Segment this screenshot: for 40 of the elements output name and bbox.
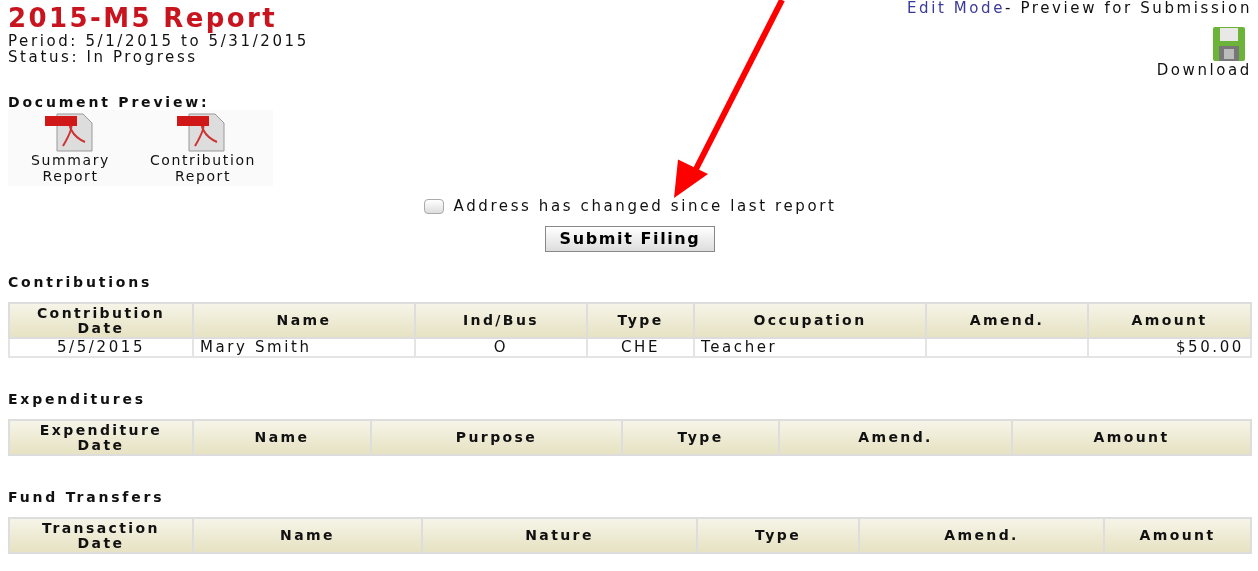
table-cell: Mary Smith bbox=[193, 338, 415, 357]
column-header: Nature bbox=[422, 518, 697, 553]
column-header: Amend. bbox=[859, 518, 1104, 553]
table-cell: $50.00 bbox=[1088, 338, 1251, 357]
column-header: Occupation bbox=[694, 303, 926, 338]
column-header: Transaction Date bbox=[9, 518, 193, 553]
edit-mode-link[interactable]: Edit Mode bbox=[906, 0, 1006, 16]
column-header: Expenditure Date bbox=[9, 420, 193, 455]
column-header: Purpose bbox=[371, 420, 622, 455]
column-header: Contribution Date bbox=[9, 303, 193, 338]
document-link[interactable]: Summary Report bbox=[8, 110, 133, 186]
table-cell: 5/5/2015 bbox=[9, 338, 193, 357]
column-header: Amount bbox=[1104, 518, 1251, 553]
table-cell: CHE bbox=[587, 338, 694, 357]
report-title: 2015-M5 Report bbox=[8, 3, 279, 33]
checkbox-label: Address has changed since last report bbox=[453, 198, 837, 214]
document-link[interactable]: Contribution Report bbox=[133, 110, 273, 186]
section-heading: Document Preview: bbox=[8, 94, 211, 110]
table-cell: O bbox=[415, 338, 587, 357]
section-heading: Expenditures bbox=[8, 391, 147, 407]
download-label[interactable]: Download bbox=[1156, 62, 1252, 78]
column-header: Type bbox=[587, 303, 694, 338]
section-heading: Fund Transfers bbox=[8, 489, 166, 505]
column-header: Name bbox=[193, 420, 371, 455]
status-text: Status: In Progress bbox=[8, 49, 199, 65]
checkbox[interactable] bbox=[423, 198, 444, 214]
section-heading: Contributions bbox=[8, 274, 154, 290]
mode-text: - Preview for Submission bbox=[1005, 0, 1252, 16]
column-header: Name bbox=[193, 303, 415, 338]
column-header: Type bbox=[622, 420, 779, 455]
submit-button[interactable]: Submit Filing bbox=[544, 226, 716, 252]
column-header: Amount bbox=[1012, 420, 1251, 455]
period-text: Period: 5/1/2015 to 5/31/2015 bbox=[8, 33, 309, 49]
column-header: Name bbox=[193, 518, 422, 553]
table-cell: Teacher bbox=[694, 338, 926, 357]
column-header: Amend. bbox=[926, 303, 1088, 338]
column-header: Type bbox=[697, 518, 859, 553]
column-header: Ind/Bus bbox=[415, 303, 587, 338]
column-header: Amend. bbox=[779, 420, 1012, 455]
column-header: Amount bbox=[1088, 303, 1251, 338]
